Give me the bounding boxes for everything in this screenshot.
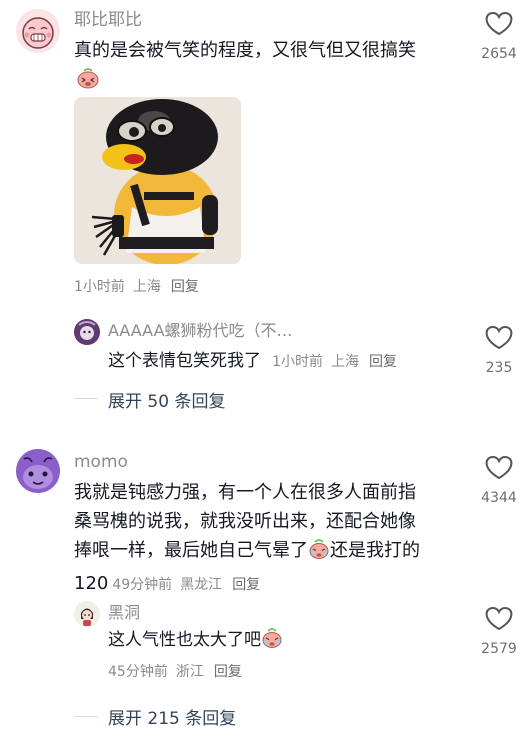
comment-text-line: 我就是钝感力强，有一个人在很多人面前指 <box>74 482 416 503</box>
like-count: 4344 <box>481 490 517 506</box>
duck-costume-illustration <box>74 97 241 264</box>
comment-meta: 49分钟前 黑龙江 回复 <box>112 577 260 593</box>
reply-like-button[interactable]: 2579 <box>474 605 524 657</box>
crying-emoji-icon <box>308 538 330 569</box>
comment-time: 49分钟前 <box>112 577 173 593</box>
comment-location: 上海 <box>132 279 161 295</box>
laughing-emoji-icon <box>76 66 100 90</box>
like-button[interactable]: 4344 <box>474 454 524 514</box>
comment-text: 我就是钝感力强，有一个人在很多人面前指 桑骂槐的说我，就我没听出来，还配合她像 … <box>74 478 420 598</box>
reply-location: 上海 <box>331 354 360 370</box>
username[interactable]: 耶比耶比 <box>74 9 142 31</box>
divider <box>74 398 98 399</box>
comment-meta: 1小时前 上海 回复 <box>74 277 199 297</box>
avatar[interactable] <box>16 9 60 53</box>
sticker-image[interactable] <box>74 97 241 264</box>
reply-button[interactable]: 回复 <box>232 577 260 593</box>
like-count: 2654 <box>481 46 517 62</box>
reply-like-count: 2579 <box>481 641 517 657</box>
reply-like-button[interactable]: 235 <box>474 324 524 376</box>
comment-text-segment: 捧哏一样，最后她自己气晕了 <box>74 540 308 561</box>
avatar-image <box>22 17 54 49</box>
divider <box>74 716 98 717</box>
like-button[interactable]: 2654 <box>474 10 524 70</box>
reply-time: 45分钟前 <box>108 664 168 680</box>
reply-username[interactable]: 黑洞 <box>108 602 140 624</box>
reply-meta: 1小时前 上海 回复 <box>272 354 397 370</box>
reply-body: 这个表情包笑死我了 1小时前 上海 回复 <box>108 347 397 376</box>
reply-avatar[interactable] <box>74 601 100 627</box>
avatar[interactable] <box>16 449 60 493</box>
reply-avatar[interactable] <box>74 319 100 345</box>
crying-emoji-icon <box>261 627 283 653</box>
comment-text-line: 捧哏一样，最后她自己气晕了 还是我打的 <box>74 536 420 569</box>
reply-text: 这人气性也太大了吧 <box>108 630 261 650</box>
reply-time: 1小时前 <box>272 354 324 370</box>
heart-icon <box>485 11 513 36</box>
reply-location: 浙江 <box>175 664 204 680</box>
reply-body: 这人气性也太大了吧 <box>108 626 283 655</box>
heart-icon <box>485 325 513 350</box>
comment-text: 真的是会被气笑的程度，又很气但又很搞笑 <box>74 40 416 61</box>
reply-like-count: 235 <box>485 360 513 376</box>
expand-replies-button[interactable]: 展开 50 条回复 <box>108 387 225 412</box>
heart-icon <box>485 606 513 631</box>
reply-text: 这个表情包笑死我了 <box>108 351 261 371</box>
comment-location: 黑龙江 <box>180 577 223 593</box>
reply-reply-button[interactable]: 回复 <box>214 664 242 680</box>
expand-replies-button[interactable]: 展开 215 条回复 <box>108 704 236 729</box>
reply-avatar-image <box>74 601 100 627</box>
heart-icon <box>485 455 513 480</box>
reply-username[interactable]: AAAAA螺狮粉代吃（不… <box>108 320 293 342</box>
comment-text-line: 桑骂槐的说我，就我没听出来，还配合她像 <box>74 511 416 532</box>
comment-time: 1小时前 <box>74 279 125 295</box>
comment-text-segment: 120 <box>74 573 109 594</box>
reply-button[interactable]: 回复 <box>171 279 199 295</box>
reply-meta: 45分钟前 浙江 回复 <box>108 662 242 682</box>
username[interactable]: momo <box>74 451 128 473</box>
reply-reply-button[interactable]: 回复 <box>369 354 397 370</box>
avatar-image <box>16 449 60 493</box>
reply-avatar-image <box>74 319 100 345</box>
comment-text-line: 120 49分钟前 黑龙江 回复 <box>74 569 420 598</box>
comment-text-segment: 还是我打的 <box>330 540 420 561</box>
